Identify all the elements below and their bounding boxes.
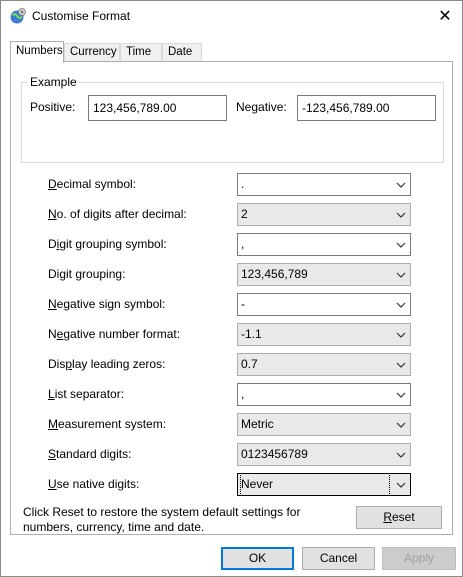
chevron-down-icon[interactable] xyxy=(392,204,410,225)
decimal-symbol-combo[interactable]: . xyxy=(237,173,411,196)
label-text: lay leading zeros: xyxy=(72,357,166,371)
digit-grouping-combo[interactable]: 123,456,789 xyxy=(237,263,411,286)
label-text: gative number format: xyxy=(63,327,181,341)
label-text: N xyxy=(48,327,57,341)
label-text: ist separator: xyxy=(54,387,125,401)
measurement-system-combo[interactable]: Metric xyxy=(237,413,411,436)
tab-currency[interactable]: Currency xyxy=(64,43,120,62)
window-title: Customise Format xyxy=(32,9,131,23)
label-text: easurement system: xyxy=(58,417,167,431)
chevron-down-icon[interactable] xyxy=(392,294,410,315)
label-text: o. of digits after decimal: xyxy=(56,207,187,221)
measurement-system-value: Metric xyxy=(241,417,274,431)
negative-number-format-label: Negative number format: xyxy=(48,327,180,341)
standard-digits-value: 0123456789 xyxy=(241,447,308,461)
customise-format-dialog: Customise Format ✕ Numbers Currency Time… xyxy=(0,0,463,577)
digit-grouping-value: 123,456,789 xyxy=(241,267,308,281)
label-accesskey: S xyxy=(48,447,57,461)
negative-number-format-value: -1.1 xyxy=(241,327,262,341)
tab-numbers[interactable]: Numbers xyxy=(10,41,64,63)
use-native-digits-combo[interactable]: Never xyxy=(237,473,411,496)
label-text: D xyxy=(48,237,57,251)
ok-button[interactable]: OK xyxy=(221,547,294,570)
label-text: ecimal symbol: xyxy=(56,177,137,191)
chevron-down-icon[interactable] xyxy=(392,414,410,435)
label-text: tandard digits: xyxy=(56,447,132,461)
digit-grouping-symbol-combo[interactable]: , xyxy=(237,233,411,256)
negative-sign-symbol-combo[interactable]: - xyxy=(237,293,411,316)
label-accesskey: L xyxy=(48,387,55,401)
example-group: Example Positive: 123,456,789.00 Negativ… xyxy=(21,75,444,163)
title-bar[interactable]: Customise Format ✕ xyxy=(1,1,462,32)
negative-label: Negative: xyxy=(236,100,287,114)
numbers-panel: Example Positive: 123,456,789.00 Negativ… xyxy=(10,61,453,535)
chevron-down-icon[interactable] xyxy=(392,384,410,405)
label-text: Digit xyxy=(48,267,76,281)
digit-grouping-symbol-value: , xyxy=(241,237,245,251)
chevron-down-icon[interactable] xyxy=(392,264,410,285)
label-text: se native digits: xyxy=(56,477,140,491)
tab-time[interactable]: Time xyxy=(120,43,162,62)
settings-globe-icon xyxy=(10,8,26,24)
digits-after-decimal-combo[interactable]: 2 xyxy=(237,203,411,226)
label-accesskey: D xyxy=(48,177,57,191)
label-accesskey: U xyxy=(48,477,57,491)
display-leading-zeros-combo[interactable]: 0.7 xyxy=(237,353,411,376)
measurement-system-label: Measurement system: xyxy=(48,417,166,431)
negative-sign-symbol-label: Negative sign symbol: xyxy=(48,297,165,311)
close-button[interactable]: ✕ xyxy=(428,1,462,31)
chevron-down-icon[interactable] xyxy=(392,324,410,345)
display-leading-zeros-label: Display leading zeros: xyxy=(48,357,165,371)
standard-digits-label: Standard digits: xyxy=(48,447,131,461)
label-text: Dis xyxy=(48,357,66,371)
chevron-down-icon[interactable] xyxy=(392,174,410,195)
label-accesskey: M xyxy=(48,417,58,431)
negative-example-value: -123,456,789.00 xyxy=(297,95,436,121)
chevron-down-icon[interactable] xyxy=(392,444,410,465)
chevron-down-icon[interactable] xyxy=(392,474,410,495)
example-group-title: Example xyxy=(28,75,79,89)
negative-number-format-combo[interactable]: -1.1 xyxy=(237,323,411,346)
positive-example-value: 123,456,789.00 xyxy=(88,95,227,121)
label-text: egative sign symbol: xyxy=(56,297,166,311)
cancel-button[interactable]: Cancel xyxy=(302,547,375,570)
use-native-digits-label: Use native digits: xyxy=(48,477,139,491)
reset-button-accesskey: R xyxy=(383,510,392,524)
use-native-digits-value: Never xyxy=(240,473,390,496)
display-leading-zeros-value: 0.7 xyxy=(241,357,258,371)
reset-button-label: eset xyxy=(391,510,415,524)
label-text: git grouping symbol: xyxy=(59,237,167,251)
digits-after-decimal-value: 2 xyxy=(241,207,248,221)
reset-button[interactable]: Reset xyxy=(356,506,442,529)
label-accesskey: N xyxy=(48,297,57,311)
positive-label: Positive: xyxy=(30,100,76,114)
reset-hint-text: Click Reset to restore the system defaul… xyxy=(23,505,301,534)
digit-grouping-symbol-label: Digit grouping symbol: xyxy=(48,237,167,251)
negative-sign-symbol-value: - xyxy=(241,297,245,311)
label-accesskey: N xyxy=(48,207,57,221)
apply-button[interactable]: Apply xyxy=(382,547,456,570)
digit-grouping-label: Digit grouping: xyxy=(48,267,125,281)
digits-after-decimal-label: No. of digits after decimal: xyxy=(48,207,187,221)
chevron-down-icon[interactable] xyxy=(392,234,410,255)
tab-date[interactable]: Date xyxy=(162,43,202,62)
list-separator-label: List separator: xyxy=(48,387,124,401)
close-icon: ✕ xyxy=(438,8,452,25)
decimal-symbol-value: . xyxy=(241,177,245,191)
list-separator-value: , xyxy=(241,387,245,401)
label-text: rouping: xyxy=(82,267,126,281)
chevron-down-icon[interactable] xyxy=(392,354,410,375)
standard-digits-combo[interactable]: 0123456789 xyxy=(237,443,411,466)
decimal-symbol-label: Decimal symbol: xyxy=(48,177,136,191)
list-separator-combo[interactable]: , xyxy=(237,383,411,406)
